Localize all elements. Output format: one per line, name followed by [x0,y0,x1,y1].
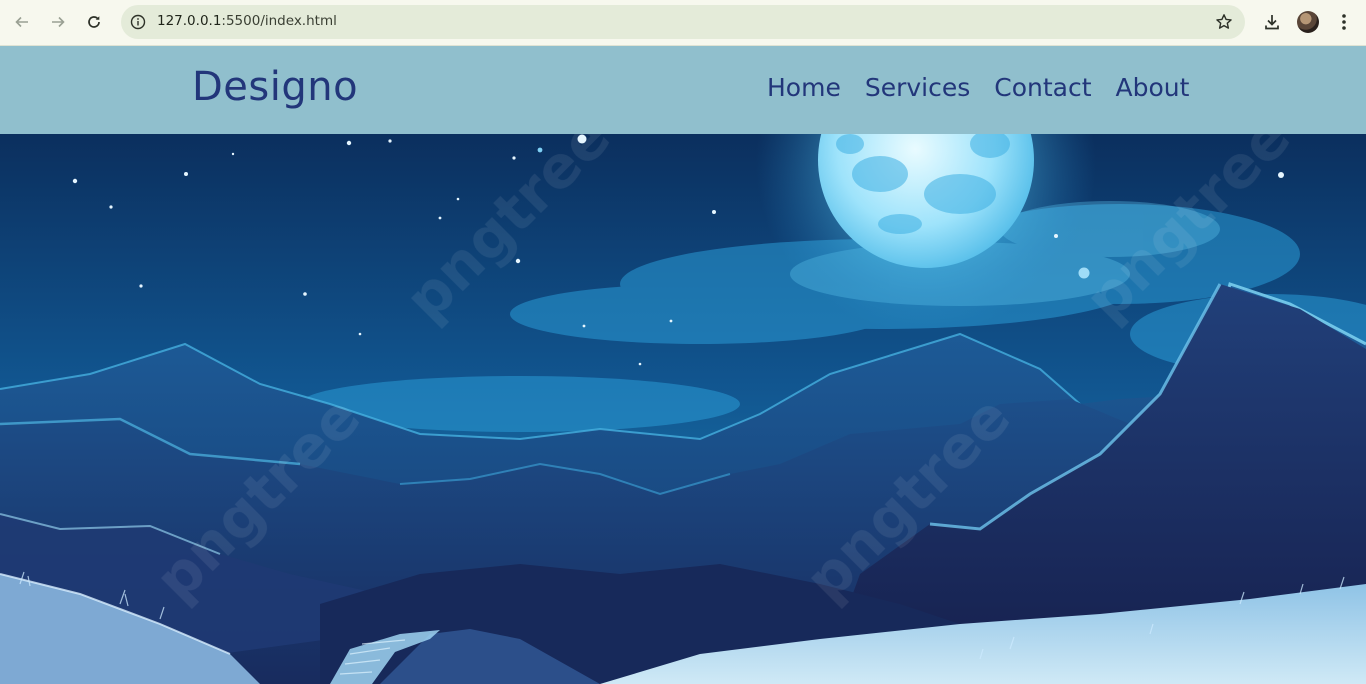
address-bar[interactable]: 127.0.0.1:5500/index.html [121,5,1245,39]
reload-button[interactable] [80,8,108,36]
reload-icon [88,16,100,28]
url-path: :5500/index.html [221,13,337,29]
avatar[interactable] [1297,11,1319,33]
url-text[interactable]: 127.0.0.1:5500/index.html [157,13,337,29]
nav-services[interactable]: Services [865,73,970,102]
night-mountain-illustration: pngtree pngtree pngtree pngtree [0,134,1366,684]
url-host: 127.0.0.1 [157,13,222,29]
forward-button[interactable] [44,8,72,36]
site-logo[interactable]: Designo [192,64,358,110]
browser-toolbar: 127.0.0.1:5500/index.html [0,0,1366,46]
site-header: Designo Home Services Contact About [0,46,1366,134]
arrow-right-icon [52,16,65,28]
download-icon [1265,15,1279,30]
browser-menu-button[interactable] [1331,9,1357,35]
star-icon[interactable] [1215,13,1233,31]
arrow-left-icon [15,16,28,28]
nav-home[interactable]: Home [767,73,841,102]
back-button[interactable] [8,8,36,36]
download-button[interactable] [1259,9,1285,35]
info-icon[interactable] [130,14,146,30]
nav-contact[interactable]: Contact [994,73,1091,102]
hero-image: pngtree pngtree pngtree pngtree [0,134,1366,684]
main-nav: Home Services Contact About [767,73,1189,102]
nav-about[interactable]: About [1116,73,1190,102]
kebab-menu-icon [1342,14,1346,30]
